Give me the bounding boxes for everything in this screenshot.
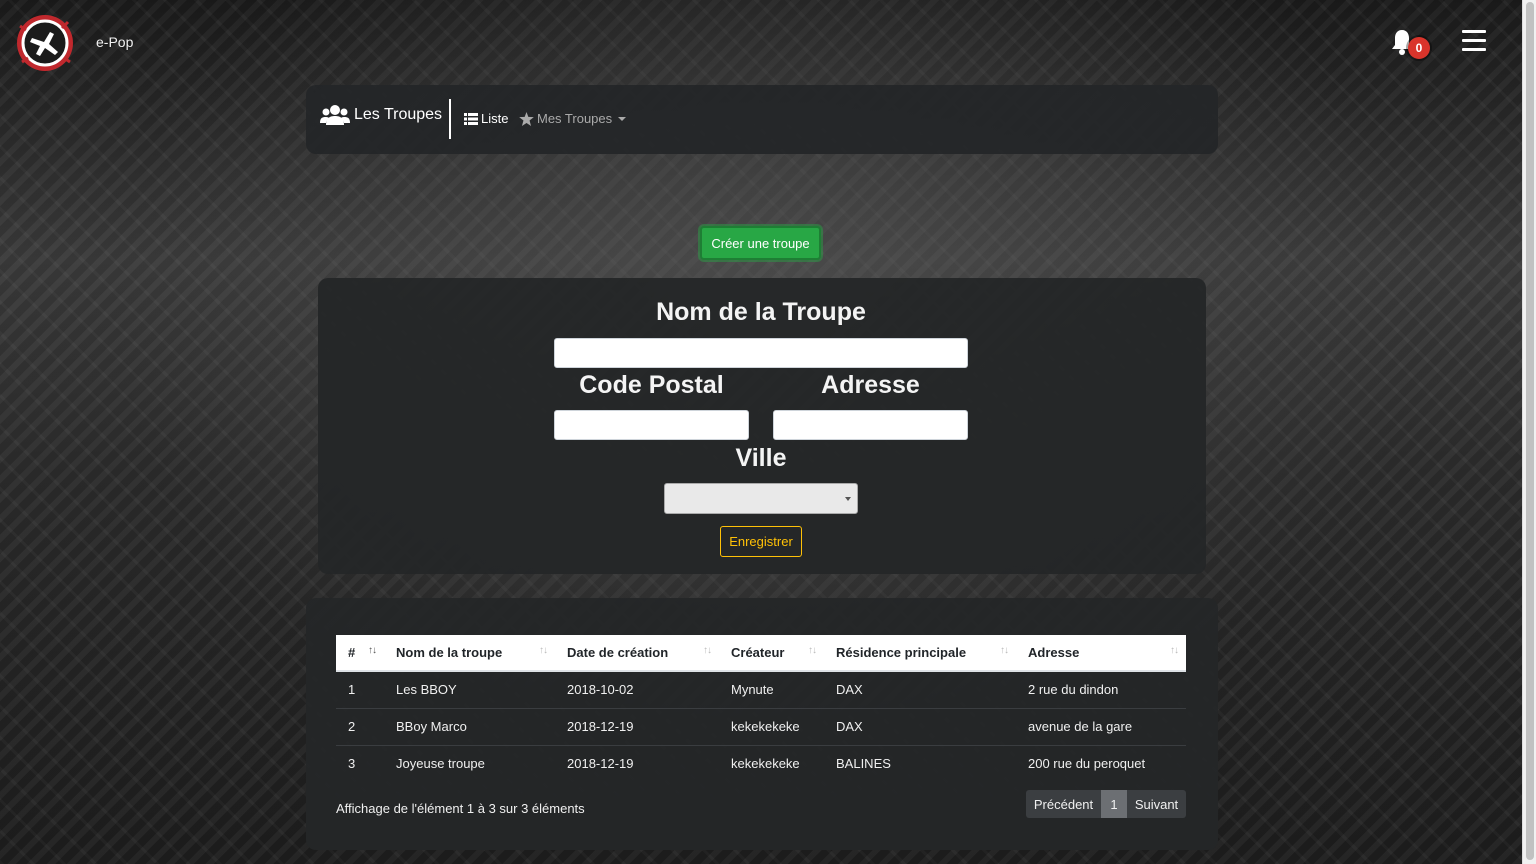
select-arrow-icon xyxy=(845,497,851,501)
code-postal-input[interactable] xyxy=(554,410,749,440)
cell-adresse: 200 rue du peroquet xyxy=(1016,744,1186,782)
column-header-adresse[interactable]: Adresse ↑↓ xyxy=(1016,635,1186,672)
pagination: Précédent 1 Suivant xyxy=(1026,790,1186,818)
adresse-input[interactable] xyxy=(773,410,968,440)
pagination-next-button[interactable]: Suivant xyxy=(1127,790,1186,818)
save-button[interactable]: Enregistrer xyxy=(720,526,802,557)
users-icon xyxy=(320,105,350,125)
cell-createur: kekekekeke xyxy=(719,744,824,782)
chevron-down-icon xyxy=(618,116,627,121)
sort-icon: ↑↓ xyxy=(1000,645,1009,656)
nom-input[interactable] xyxy=(554,338,968,368)
column-header-number[interactable]: # ↑↓ xyxy=(336,635,384,672)
nav-mes-troupes-label: Mes Troupes xyxy=(537,111,613,126)
column-header-residence[interactable]: Résidence principale ↑↓ xyxy=(824,635,1016,672)
cell-createur: kekekekeke xyxy=(719,707,824,745)
notification-badge: 0 xyxy=(1408,37,1430,59)
page-scrollbar[interactable] xyxy=(1522,0,1536,864)
ville-select[interactable] xyxy=(664,483,858,514)
star-icon xyxy=(519,111,534,126)
cell-residence: DAX xyxy=(836,682,863,698)
nav-title-label: Les Troupes xyxy=(354,106,443,123)
nav-mes-troupes-dropdown[interactable]: Mes Troupes xyxy=(519,111,627,126)
pagination-page-1[interactable]: 1 xyxy=(1101,790,1127,818)
troupes-table: # ↑↓ Nom de la troupe ↑↓ Date de création ↑… xyxy=(336,635,1186,782)
cell-adresse: 2 rue du dindon xyxy=(1028,682,1119,698)
table-header-row: # ↑↓ Nom de la troupe ↑↓ Date de création ↑… xyxy=(336,635,1186,672)
scrollbar-thumb[interactable] xyxy=(1526,2,1534,860)
cell-createur: Mynute xyxy=(731,682,774,698)
pagination-prev-button[interactable]: Précédent xyxy=(1026,790,1101,818)
cell-nom: Joyeuse troupe xyxy=(384,744,555,782)
troupes-nav-panel: Les Troupes Liste Mes Troupes xyxy=(306,85,1218,154)
adresse-label: Adresse xyxy=(821,371,920,399)
cell-date: 2018-10-02 xyxy=(567,682,634,698)
cell-date: 2018-12-19 xyxy=(555,707,719,745)
table-row[interactable]: 2 BBoy Marco 2018-12-19 kekekekeke DAX a… xyxy=(336,707,1186,745)
menu-icon[interactable] xyxy=(1462,30,1488,54)
nav-liste-label: Liste xyxy=(481,111,509,126)
cell-nom: BBoy Marco xyxy=(384,707,555,745)
table-info: Affichage de l'élément 1 à 3 sur 3 éléme… xyxy=(336,801,585,816)
brand-name[interactable]: e-Pop xyxy=(96,34,133,50)
nav-liste-link[interactable]: Liste xyxy=(464,111,508,126)
sort-icon: ↑↓ xyxy=(368,645,377,656)
cell-nom: Les BBOY xyxy=(396,682,457,698)
column-header-nom[interactable]: Nom de la troupe ↑↓ xyxy=(384,635,555,672)
nav-title[interactable]: Les Troupes xyxy=(320,103,442,127)
cell-number: 1 xyxy=(348,682,356,698)
sort-icon: ↑↓ xyxy=(703,645,712,656)
cell-residence: BALINES xyxy=(824,744,1016,782)
table-row[interactable]: 3 Joyeuse troupe 2018-12-19 kekekekeke B… xyxy=(336,744,1186,782)
list-icon xyxy=(464,112,478,125)
troupe-form: Nom de la Troupe Code Postal Adresse Vil… xyxy=(318,278,1206,574)
logo[interactable] xyxy=(14,12,76,74)
code-postal-label: Code Postal xyxy=(579,371,724,399)
sort-icon: ↑↓ xyxy=(1170,645,1179,656)
column-header-date[interactable]: Date de création ↑↓ xyxy=(555,635,719,672)
cell-number: 3 xyxy=(336,744,384,782)
column-header-createur[interactable]: Créateur ↑↓ xyxy=(719,635,824,672)
table-row[interactable]: 1 Les BBOY 2018-10-02 Mynute DAX 2 rue d… xyxy=(336,671,1186,708)
cell-date: 2018-12-19 xyxy=(555,744,719,782)
ville-label: Ville xyxy=(735,444,787,472)
cell-adresse: avenue de la gare xyxy=(1016,707,1186,745)
nom-label: Nom de la Troupe xyxy=(656,298,866,326)
nav-divider xyxy=(449,99,451,139)
create-troupe-button[interactable]: Créer une troupe xyxy=(700,226,821,260)
cell-residence: DAX xyxy=(824,707,1016,745)
sort-icon: ↑↓ xyxy=(539,645,548,656)
troupes-table-panel: # ↑↓ Nom de la troupe ↑↓ Date de création ↑… xyxy=(306,598,1218,850)
sort-icon: ↑↓ xyxy=(808,645,817,656)
cell-number: 2 xyxy=(336,707,384,745)
